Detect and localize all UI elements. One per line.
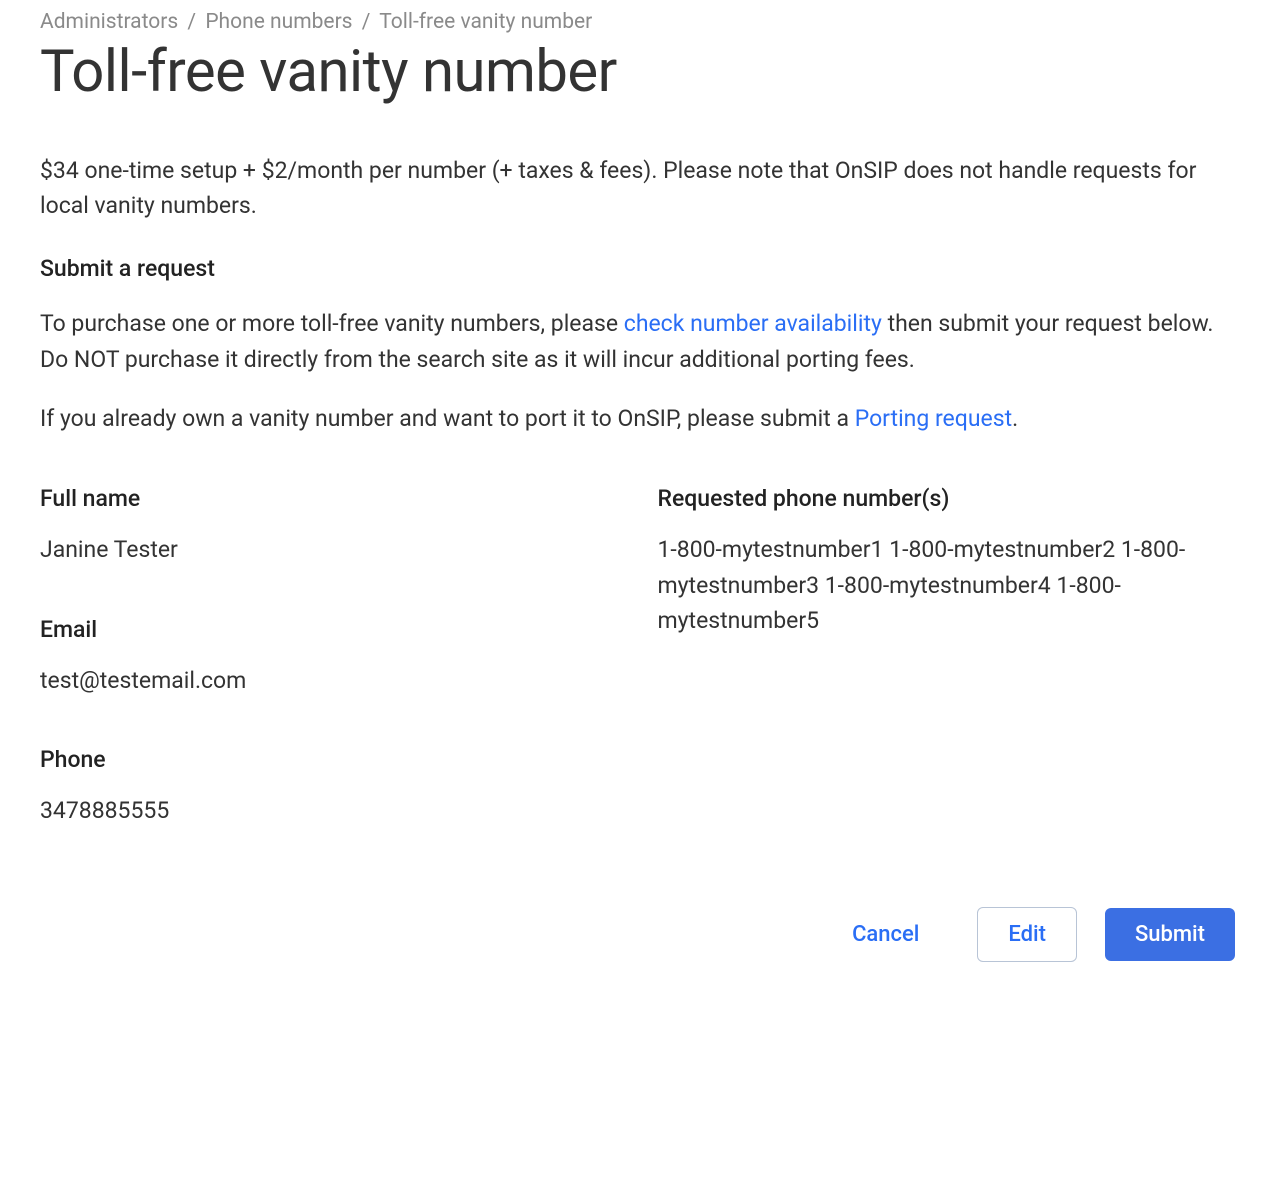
phone-value: 3478885555 — [40, 793, 618, 829]
field-phone: Phone 3478885555 — [40, 746, 618, 829]
field-email: Email test@testemail.com — [40, 616, 618, 699]
action-buttons: Cancel Edit Submit — [40, 907, 1235, 962]
instruction-text: To purchase one or more toll-free vanity… — [40, 310, 624, 337]
form-column-right: Requested phone number(s) 1-800-mytestnu… — [658, 485, 1236, 877]
field-full-name: Full name Janine Tester — [40, 485, 618, 568]
instruction-paragraph-2: If you already own a vanity number and w… — [40, 401, 1235, 437]
form-fields: Full name Janine Tester Email test@teste… — [40, 485, 1235, 877]
breadcrumb-separator: / — [362, 10, 371, 34]
full-name-value: Janine Tester — [40, 532, 618, 568]
porting-request-link[interactable]: Porting request — [855, 405, 1012, 432]
instruction-text: . — [1012, 405, 1018, 432]
email-value: test@testemail.com — [40, 663, 618, 699]
field-requested-numbers: Requested phone number(s) 1-800-mytestnu… — [658, 485, 1236, 639]
check-availability-link[interactable]: check number availability — [624, 310, 882, 337]
form-column-left: Full name Janine Tester Email test@teste… — [40, 485, 618, 877]
pricing-description: $34 one-time setup + $2/month per number… — [40, 154, 1235, 223]
breadcrumb-separator: / — [187, 10, 196, 34]
breadcrumb-item: Toll-free vanity number — [379, 10, 592, 34]
edit-button[interactable]: Edit — [977, 907, 1077, 962]
requested-numbers-value: 1-800-mytestnumber1 1-800-mytestnumber2 … — [658, 532, 1236, 639]
breadcrumb-item[interactable]: Administrators — [40, 10, 178, 34]
section-heading-submit: Submit a request — [40, 255, 1235, 282]
page-title: Toll-free vanity number — [40, 38, 1235, 106]
submit-button[interactable]: Submit — [1105, 908, 1235, 961]
phone-label: Phone — [40, 746, 618, 773]
breadcrumb: Administrators / Phone numbers / Toll-fr… — [40, 10, 1235, 34]
instruction-text: If you already own a vanity number and w… — [40, 405, 855, 432]
breadcrumb-item[interactable]: Phone numbers — [205, 10, 352, 34]
full-name-label: Full name — [40, 485, 618, 512]
cancel-button[interactable]: Cancel — [822, 908, 949, 961]
instruction-paragraph-1: To purchase one or more toll-free vanity… — [40, 306, 1235, 377]
requested-numbers-label: Requested phone number(s) — [658, 485, 1236, 512]
email-label: Email — [40, 616, 618, 643]
